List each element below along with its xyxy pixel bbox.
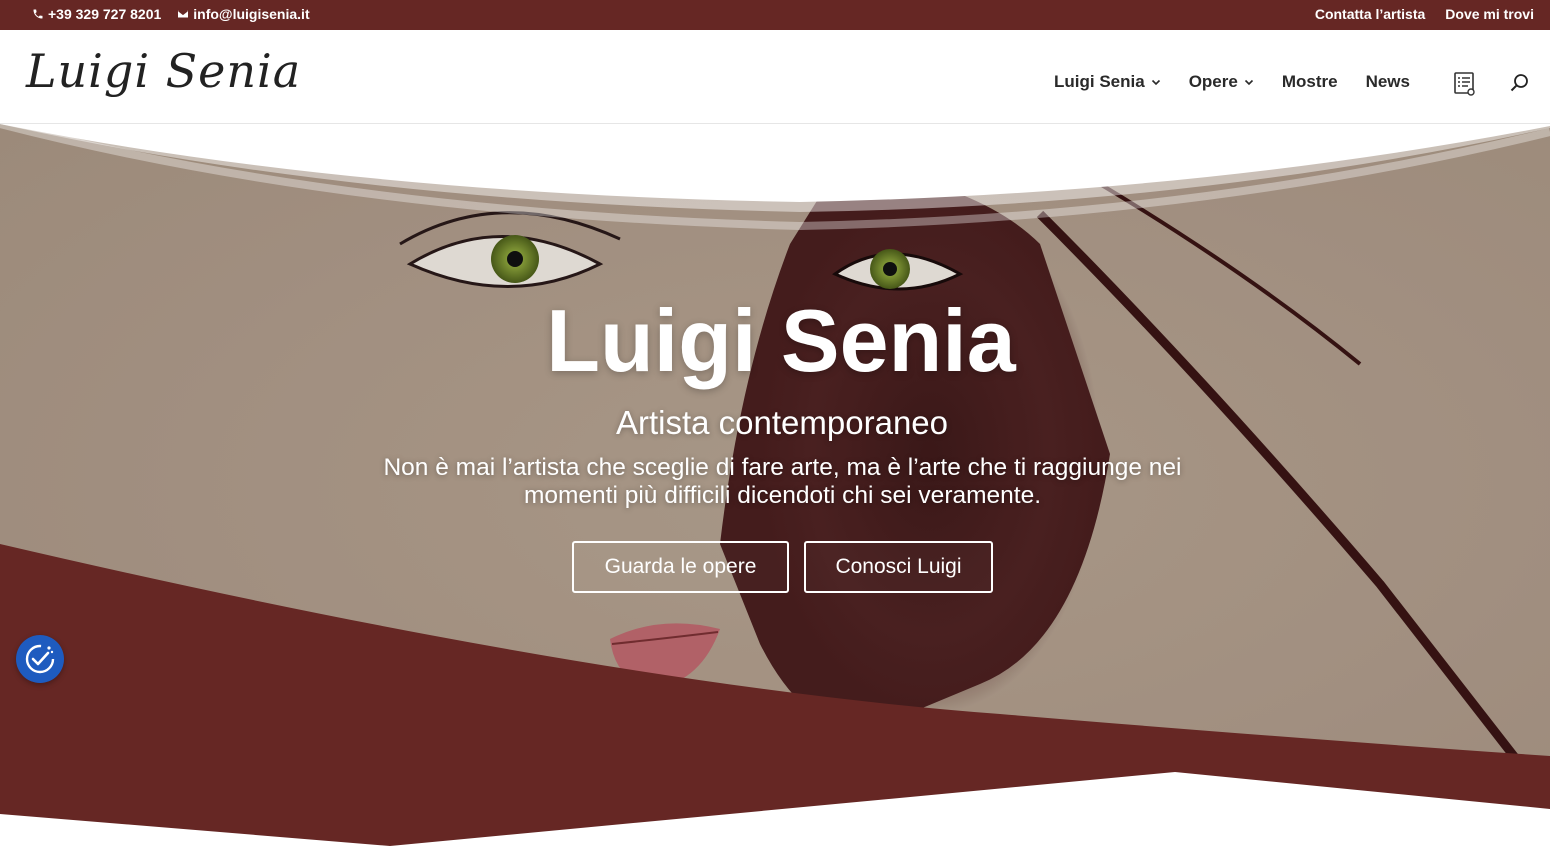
- site-header: Luigi Senia Luigi Senia Opere Mostre New…: [0, 30, 1550, 124]
- hero-title: Luigi Senia: [546, 291, 1016, 390]
- phone-icon: [33, 9, 43, 19]
- top-bar: +39 329 727 8201 info@luigisenia.it Cont…: [0, 0, 1550, 30]
- nav-item-label: News: [1365, 72, 1410, 91]
- chevron-down-icon: [1244, 79, 1253, 86]
- envelope-icon: [178, 10, 189, 18]
- phone-number: +39 329 727 8201: [48, 6, 162, 22]
- nav-item-luigi-senia[interactable]: Luigi Senia: [1054, 72, 1161, 92]
- site-logo[interactable]: Luigi Senia: [26, 44, 301, 98]
- hero-subtitle: Artista contemporaneo: [615, 404, 948, 441]
- hero-quote: Non è mai l’artista che sceglie di fare …: [383, 454, 1182, 509]
- view-works-button[interactable]: Guarda le opere: [572, 541, 789, 593]
- secondary-nav: Contatta l’artista Dove mi trovi: [1315, 6, 1534, 22]
- accessibility-button[interactable]: [16, 635, 64, 683]
- hero-section: Luigi Senia Artista contemporaneo Non è …: [0, 124, 1550, 850]
- contact-info: +39 329 727 8201 info@luigisenia.it: [32, 6, 310, 22]
- nav-item-opere[interactable]: Opere: [1189, 72, 1254, 92]
- search-icon[interactable]: [1510, 73, 1530, 93]
- meet-luigi-button[interactable]: Conosci Luigi: [804, 541, 993, 593]
- nav-item-label: Mostre: [1281, 72, 1338, 91]
- nav-item-news[interactable]: News: [1366, 72, 1410, 92]
- email-link[interactable]: info@luigisenia.it: [177, 6, 310, 22]
- list-icon[interactable]: [1453, 71, 1477, 97]
- email-address: info@luigisenia.it: [193, 6, 310, 22]
- chevron-down-icon: [1151, 79, 1160, 86]
- nav-item-label: Luigi Senia: [1054, 72, 1145, 91]
- contact-artist-link[interactable]: Contatta l’artista: [1315, 6, 1425, 22]
- where-to-find-me-link[interactable]: Dove mi trovi: [1445, 6, 1534, 22]
- accessibility-icon: [25, 644, 55, 674]
- nav-item-label: Opere: [1188, 72, 1238, 91]
- main-nav: Luigi Senia Opere Mostre News: [1054, 72, 1410, 92]
- nav-item-mostre[interactable]: Mostre: [1282, 72, 1338, 92]
- phone-link[interactable]: +39 329 727 8201: [32, 6, 161, 22]
